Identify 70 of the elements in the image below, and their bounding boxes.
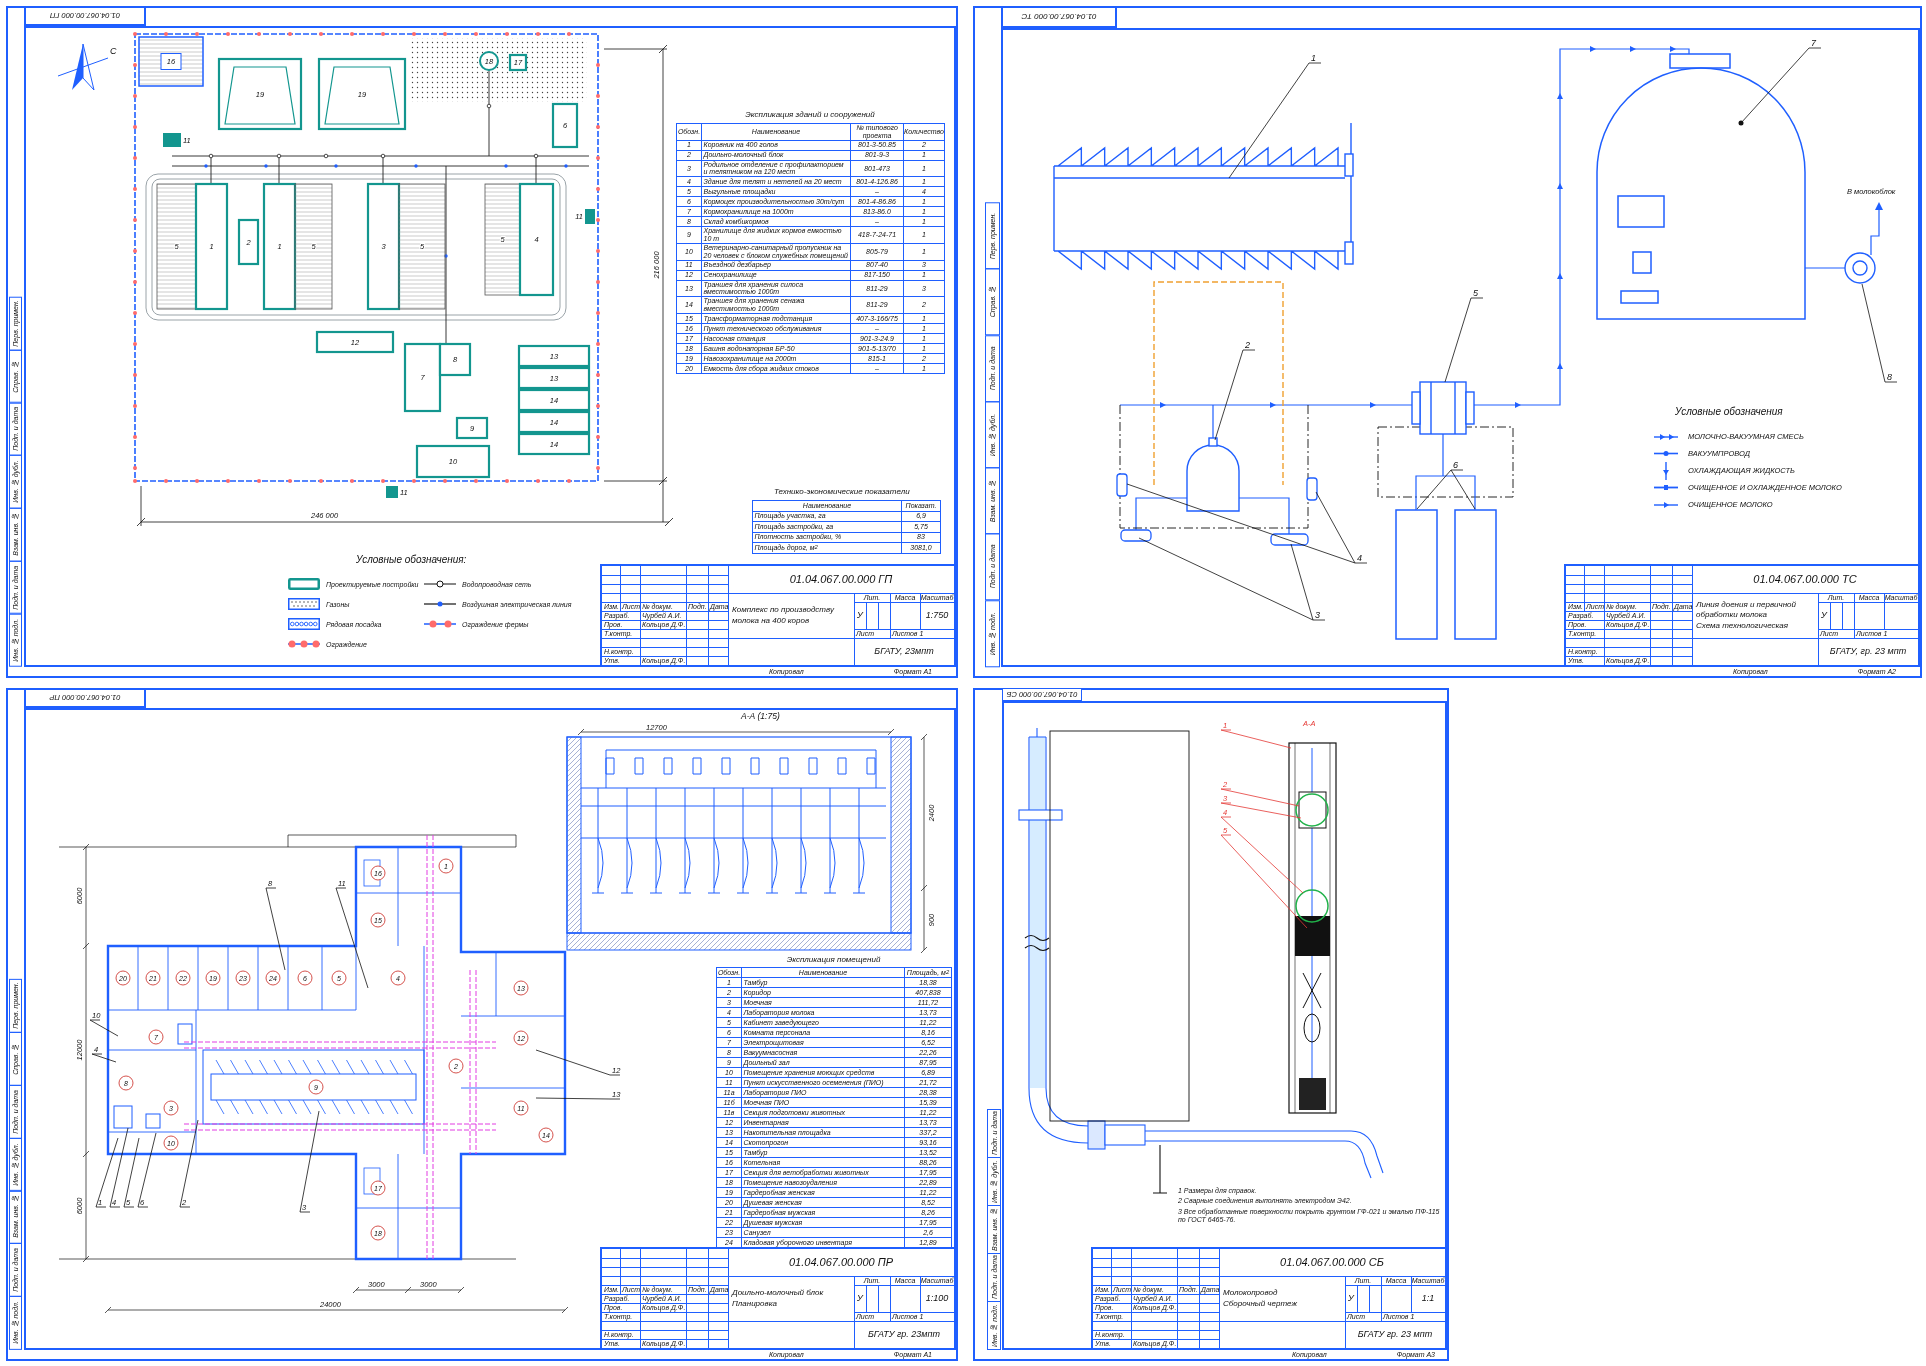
drawing-title: Линия доения и первичной обработки молока Схема технологическая [1694, 598, 1797, 632]
callout-number: 2 [1245, 340, 1250, 350]
callout-number: 6 [1453, 460, 1458, 470]
highlight-circle-icon [1295, 889, 1329, 923]
building-symbol-icon [288, 578, 320, 590]
building [551, 102, 579, 149]
leader-line [1416, 469, 1476, 510]
lawn-symbol-icon [288, 598, 320, 610]
compass-icon [57, 43, 109, 91]
leader-line [91, 1053, 117, 1063]
marked-line-icon [1654, 485, 1678, 490]
sensor-fitting [1116, 473, 1128, 497]
drawing-title: Комплекс по производству молока на 400 коров [731, 604, 835, 627]
drawing-title: Молокопровод Сборочный чертеж [1222, 1287, 1298, 1310]
building [237, 218, 260, 266]
drawing-code: 01.04.067.00.000 ПР [788, 1255, 894, 1270]
small-building [386, 486, 398, 498]
tree-row-symbol-icon [288, 618, 320, 630]
organization-name: БГАТУ, 23мпт [873, 645, 935, 658]
callout-number: 8 [1887, 372, 1892, 382]
leader-line [95, 1137, 119, 1208]
organization-name: БГАТУ гр. 23мпт [867, 1328, 941, 1341]
highlight-circle-icon [1295, 793, 1329, 827]
scale-value: 1:100 [924, 1292, 950, 1305]
scale-value: 1:1 [1420, 1292, 1436, 1305]
callout-number: 5 [1473, 288, 1478, 298]
vertical-arrow-line-icon [1663, 461, 1669, 480]
callout-number: 4 [1357, 553, 1362, 563]
organization-name: БГАТУ, гр. 23 мпт [1828, 645, 1908, 658]
sensor-fitting [1306, 477, 1318, 501]
building [138, 36, 204, 87]
organization-name: БГАТУ гр. 23 мпт [1356, 1328, 1434, 1341]
letter-value: У [1820, 609, 1829, 622]
legend-title: Условные обозначения [1675, 406, 1783, 417]
small-building [163, 133, 181, 147]
cylinder-fitting [1270, 533, 1309, 546]
drawing-code: 01.04.067.00.000 СБ [1279, 1255, 1385, 1270]
leader-line [1220, 729, 1292, 749]
fence-symbol-icon [288, 640, 320, 648]
power-line-symbol-icon [424, 600, 456, 608]
letter-value: У [1347, 1292, 1356, 1305]
table-title: Экспликация помещений [785, 955, 882, 964]
section-title: А-А (1:75) [741, 711, 780, 721]
double-arrow-line-icon [1654, 433, 1678, 440]
letter-value: У [856, 1292, 865, 1305]
legend-title: Условные обозначения: [356, 554, 467, 565]
callout-number: 7 [1811, 38, 1816, 48]
compass-label: С [110, 46, 117, 56]
drawing-code: 01.04.067.00.000 ГП [788, 572, 894, 587]
leader-line [123, 1137, 140, 1208]
drawing-title: Доильно-молочный блок Планировка [730, 1287, 825, 1310]
letter-value: У [856, 609, 865, 622]
milk-filter [1411, 381, 1475, 435]
building [455, 416, 489, 440]
callout-number: 1 [1311, 53, 1316, 63]
table-title: Технико-экономические показатели [774, 487, 910, 496]
cylinder-fitting [1120, 529, 1152, 542]
fence-symbol-icon [424, 620, 456, 628]
dotted-line-icon [1654, 451, 1678, 456]
arrow-line-icon [1654, 501, 1678, 508]
corner-code: 01.04.067.00.000 ТС [1001, 6, 1117, 28]
milk-pump [1844, 252, 1876, 284]
leader-line [89, 1019, 119, 1037]
callout-number: 3 [1315, 610, 1320, 620]
building [508, 53, 528, 72]
small-building [585, 209, 595, 224]
table-title: Экспликация зданий и сооружений [744, 110, 876, 119]
water-line-symbol-icon [424, 580, 456, 588]
scale-value: 1:750 [924, 609, 950, 622]
drawing-code: 01.04.067.00.000 ТС [1752, 572, 1858, 587]
